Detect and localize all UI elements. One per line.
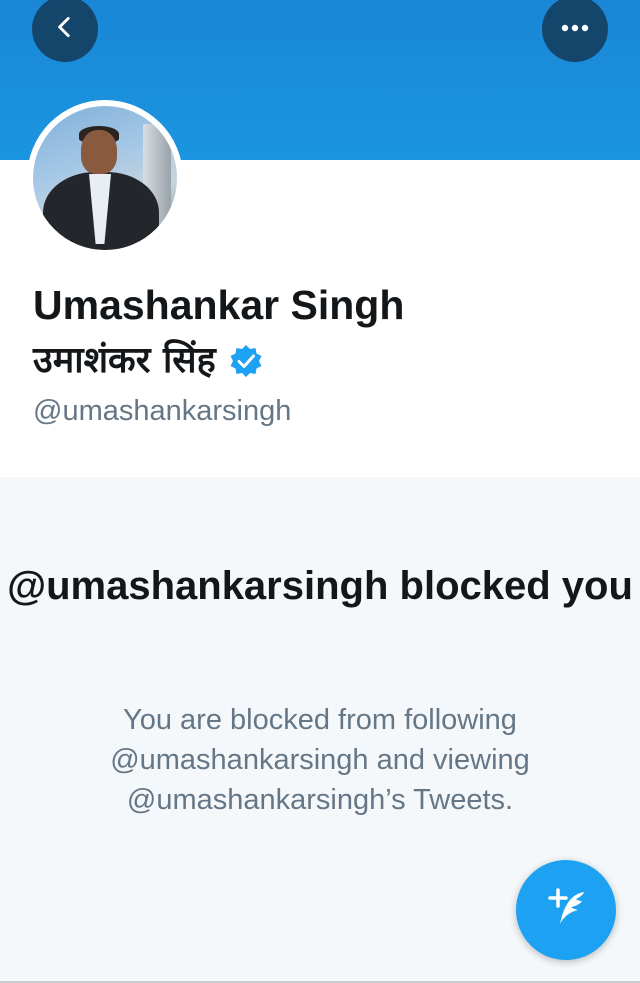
avatar[interactable] (27, 100, 183, 256)
compose-tweet-button[interactable] (516, 860, 616, 960)
compose-tweet-icon (538, 880, 594, 941)
blocked-description: You are blocked from following @umashank… (110, 704, 530, 816)
more-horizontal-icon (560, 20, 590, 38)
display-name-hindi-row: उमाशंकर सिंह (33, 338, 264, 384)
verified-badge-icon (228, 343, 264, 379)
user-handle: @umashankarsingh (33, 395, 292, 427)
display-name: Umashankar Singh (33, 282, 405, 328)
avatar-photo (33, 106, 177, 250)
display-name-hindi: उमाशंकर सिंह (33, 340, 216, 381)
blocked-title: @umashankarsingh blocked you (7, 564, 633, 608)
chevron-left-icon (52, 14, 78, 45)
